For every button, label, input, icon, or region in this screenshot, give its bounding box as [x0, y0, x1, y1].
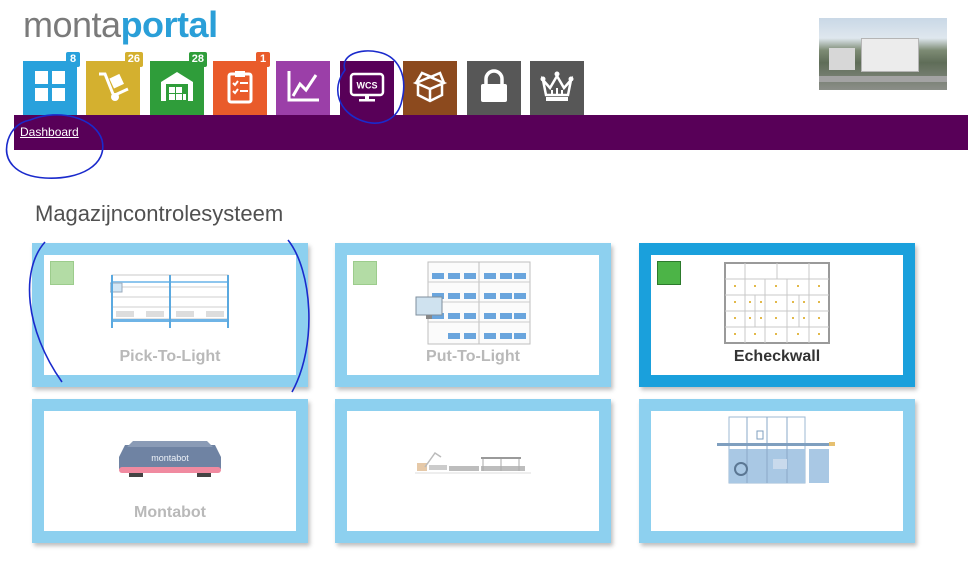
clipboard-checklist-icon [222, 68, 258, 109]
wcs-icon-text: WCS [357, 80, 378, 90]
status-indicator [353, 261, 377, 285]
card-label: Echeckwall [733, 348, 821, 365]
page-title: Magazijncontrolesysteem [35, 201, 284, 226]
nav-tile-security[interactable] [467, 61, 521, 115]
crown-icon [539, 68, 575, 109]
card-pick-to-light[interactable]: Pick-To-Light [32, 243, 308, 387]
card-echeckwall[interactable]: Echeckwall [639, 243, 915, 387]
echeckwall-illustration [723, 261, 831, 350]
badge-dashboard: 8 [66, 52, 80, 67]
warehouse-icon [159, 68, 195, 109]
nav-tile-wcs[interactable]: WCS [340, 61, 394, 115]
open-box-icon [412, 68, 448, 109]
status-indicator [50, 261, 74, 285]
breadcrumb-dashboard-link[interactable]: Dashboard [20, 125, 79, 139]
lock-icon [476, 68, 512, 109]
wcs-monitor-icon: WCS [349, 68, 385, 109]
nav-tile-orders[interactable]: 1 [213, 52, 270, 115]
put-to-light-illustration [414, 260, 532, 351]
line-chart-icon [285, 68, 321, 109]
nav-tile-dashboard[interactable]: 8 [23, 52, 80, 115]
montabot-robot-text: montabot [151, 453, 189, 463]
card-label: Pick-To-Light [119, 348, 221, 365]
card-put-to-light[interactable]: Put-To-Light [335, 243, 611, 387]
pick-to-light-illustration [109, 273, 230, 336]
card-label: Montabot [134, 504, 206, 521]
badge-warehouse: 28 [188, 52, 207, 67]
card-machine[interactable] [639, 399, 915, 543]
machine-illustration [717, 413, 837, 492]
hand-truck-icon [95, 68, 131, 109]
montabot-robot-illustration: montabot [117, 439, 223, 484]
nav-tile-inbound[interactable]: 26 [86, 52, 143, 115]
logo-part-portal: portal [120, 4, 219, 45]
nav-tile-premium[interactable] [530, 61, 584, 115]
nav-tile-warehouse[interactable]: 28 [150, 52, 207, 115]
card-montabot[interactable]: montabot Montabot [32, 399, 308, 543]
grid-icon [32, 68, 68, 109]
warehouse-photo [819, 18, 947, 90]
card-label: Put-To-Light [426, 348, 520, 365]
card-conveyor[interactable] [335, 399, 611, 543]
conveyor-illustration [415, 447, 531, 482]
nav-tile-shipping[interactable] [403, 61, 457, 115]
logo-part-monta: monta [23, 4, 121, 45]
badge-inbound: 26 [124, 52, 143, 67]
status-indicator [657, 261, 681, 285]
badge-orders: 1 [256, 52, 270, 67]
main-navbar: Dashboard [14, 115, 968, 150]
nav-tile-statistics[interactable] [276, 61, 330, 115]
montaportal-logo[interactable]: montaportal [23, 4, 218, 46]
